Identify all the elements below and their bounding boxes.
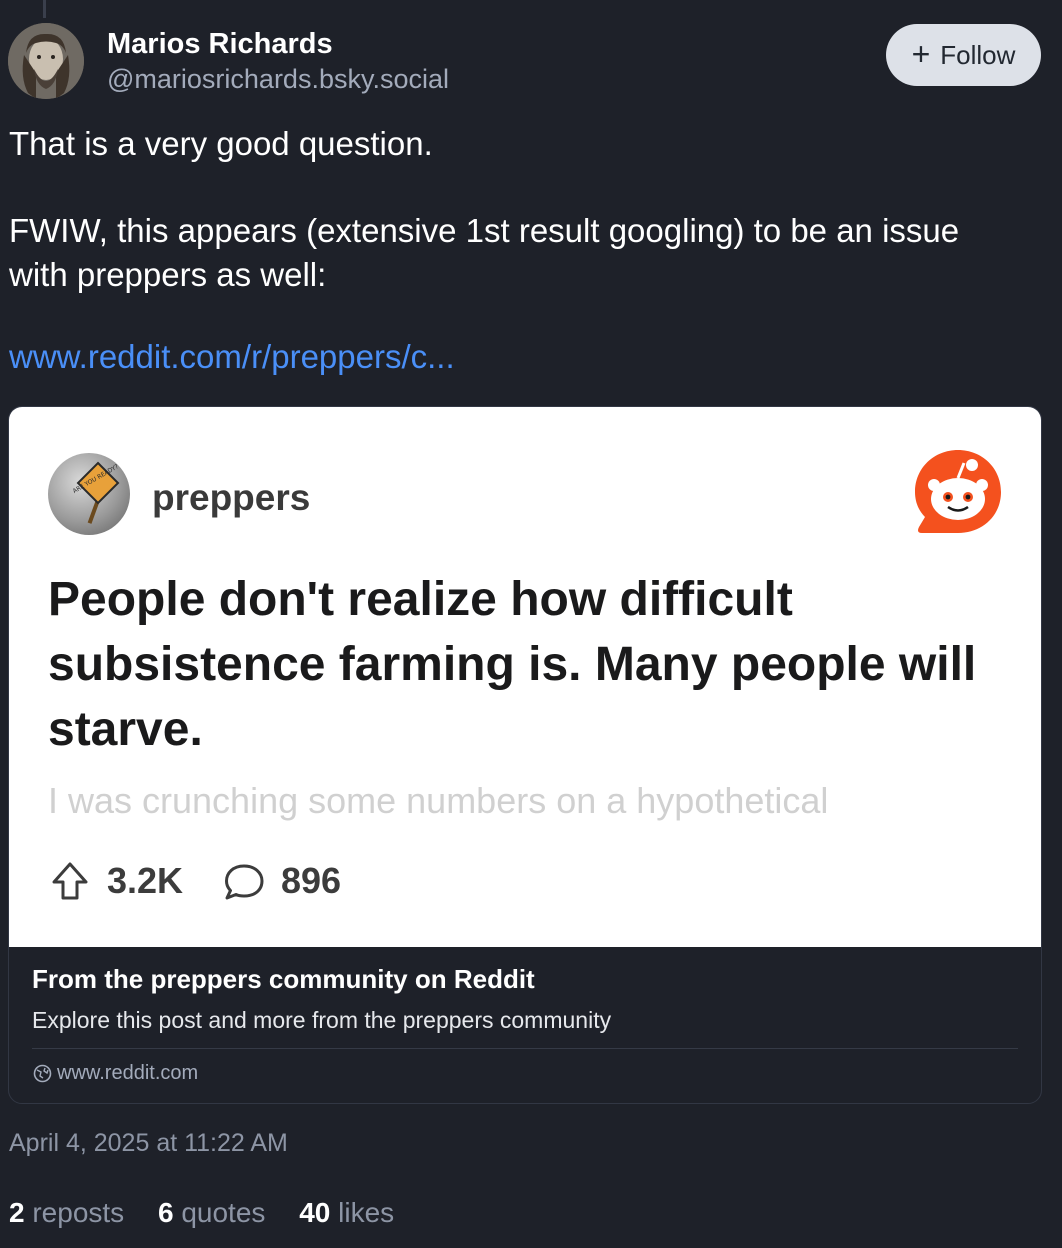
embed-domain: www.reddit.com [57,1062,199,1084]
reposts-label: reposts [32,1197,125,1228]
embed-description: Explore this post and more from the prep… [32,1007,612,1033]
upvote-count: 3.2K [107,860,184,901]
subreddit-name: preppers [152,477,311,518]
upvote-icon [52,862,88,900]
follow-label: Follow [940,39,1016,70]
quotes-label: quotes [181,1197,266,1228]
quotes-stat[interactable]: 6 quotes [158,1197,265,1228]
reddit-post-excerpt: I was crunching some numbers on a hypoth… [48,780,829,821]
reposts-count: 2 [9,1197,25,1228]
thread-line [43,0,46,18]
plus-icon: + [911,35,931,72]
follow-button[interactable]: + Follow [886,24,1041,86]
comment-icon [225,864,264,900]
post-text-line: That is a very good question. [9,125,433,162]
post-text-line: with preppers as well: [9,256,327,293]
comment-count: 896 [281,860,342,901]
subreddit-avatar: ARE YOU READY? [48,453,130,535]
author-handle[interactable]: @mariosrichards.bsky.social [107,64,449,95]
post-timestamp: April 4, 2025 at 11:22 AM [9,1129,288,1157]
embed-title: From the preppers community on Reddit [32,964,535,994]
globe-icon [33,1064,52,1083]
likes-label: likes [338,1197,395,1228]
engagement-stats: 2 reposts 6 quotes 40 likes [9,1197,420,1229]
post-link[interactable]: www.reddit.com/r/preppers/c... [9,338,455,376]
link-embed-card[interactable]: ARE YOU READY? preppers People don't rea… [8,406,1042,1104]
reposts-stat[interactable]: 2 reposts [9,1197,124,1228]
embed-divider [32,1048,1018,1049]
likes-stat[interactable]: 40 likes [299,1197,394,1228]
author-name[interactable]: Marios Richards [107,28,333,61]
post-detail: Marios Richards @mariosrichards.bsky.soc… [0,0,1062,1248]
post-text-line: FWIW, this appears (extensive 1st result… [9,212,960,249]
reddit-post-title: People don't realize how difficult subsi… [48,573,977,756]
likes-count: 40 [299,1197,331,1228]
quotes-count: 6 [157,1197,174,1228]
embed-preview-image: ARE YOU READY? preppers People don't rea… [9,407,1041,947]
author-avatar[interactable] [8,23,84,99]
reddit-logo-icon [915,450,1001,533]
